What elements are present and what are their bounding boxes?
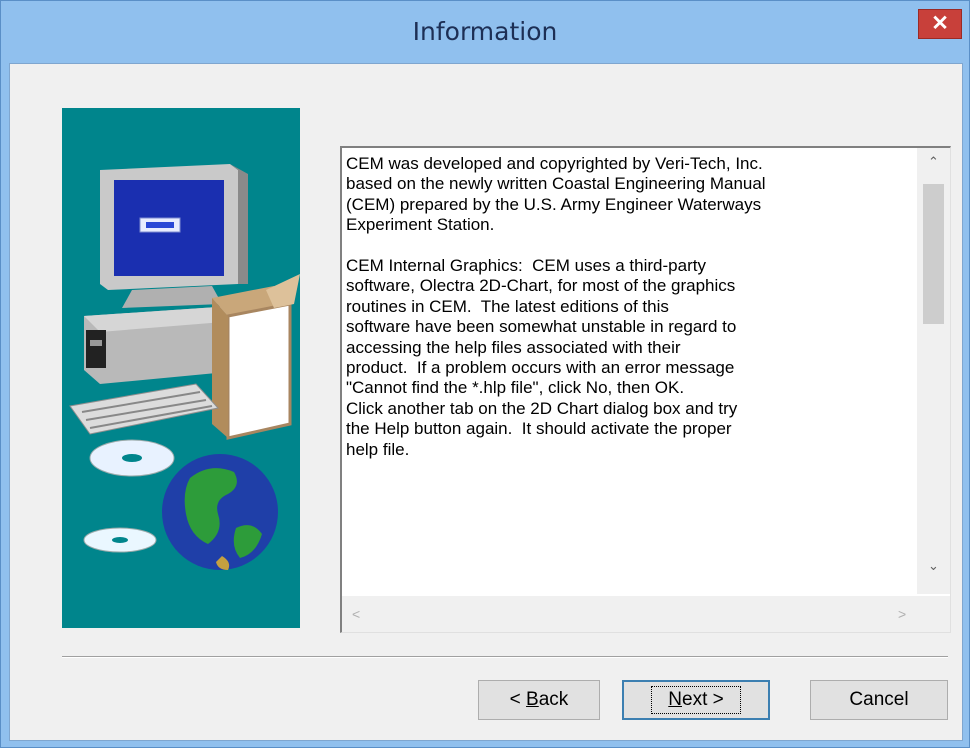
info-text-box[interactable]: CEM was developed and copyrighted by Ver…: [340, 146, 951, 633]
divider: [62, 656, 948, 658]
scroll-down-icon[interactable]: ⌄: [917, 558, 950, 574]
scroll-corner: [917, 596, 950, 632]
back-button[interactable]: < Back: [478, 680, 600, 720]
cancel-button[interactable]: Cancel: [810, 680, 948, 720]
next-label-key: N: [668, 689, 682, 710]
title-bar[interactable]: Information ✕: [1, 1, 969, 63]
close-button[interactable]: ✕: [918, 9, 962, 39]
dialog-window: Information ✕ CEM was developed and copy…: [0, 0, 970, 748]
scroll-up-icon[interactable]: ⌃: [917, 154, 950, 170]
window-title: Information: [412, 17, 558, 46]
vertical-scrollbar[interactable]: ⌃ ⌄: [917, 148, 950, 594]
setup-illustration: [62, 108, 300, 628]
scroll-left-icon[interactable]: <: [352, 606, 360, 622]
info-text: CEM was developed and copyrighted by Ver…: [346, 154, 766, 459]
back-label-prefix: <: [509, 689, 527, 710]
vertical-scroll-thumb[interactable]: [923, 184, 944, 324]
scroll-right-icon[interactable]: >: [898, 606, 906, 622]
back-label-key: B: [526, 689, 539, 710]
computer-globe-illustration: [69, 164, 300, 570]
horizontal-scrollbar[interactable]: < >: [342, 596, 917, 632]
next-label-rest: ext >: [682, 689, 724, 710]
next-button[interactable]: Next >: [622, 680, 770, 720]
back-label-rest: ack: [538, 689, 569, 710]
dialog-body: CEM was developed and copyrighted by Ver…: [9, 63, 963, 741]
